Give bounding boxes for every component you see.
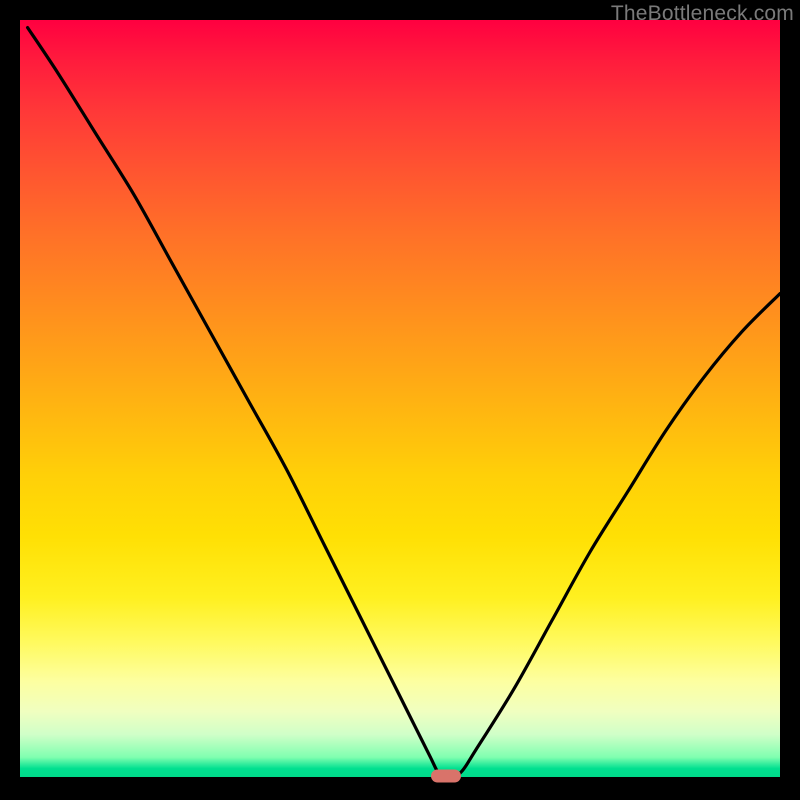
watermark-text: TheBottleneck.com [611, 2, 794, 26]
curve-svg [20, 20, 780, 780]
x-axis-line [20, 777, 780, 780]
chart-container: TheBottleneck.com [0, 0, 800, 800]
bottleneck-curve-path [28, 28, 780, 780]
optimal-marker [431, 770, 461, 783]
